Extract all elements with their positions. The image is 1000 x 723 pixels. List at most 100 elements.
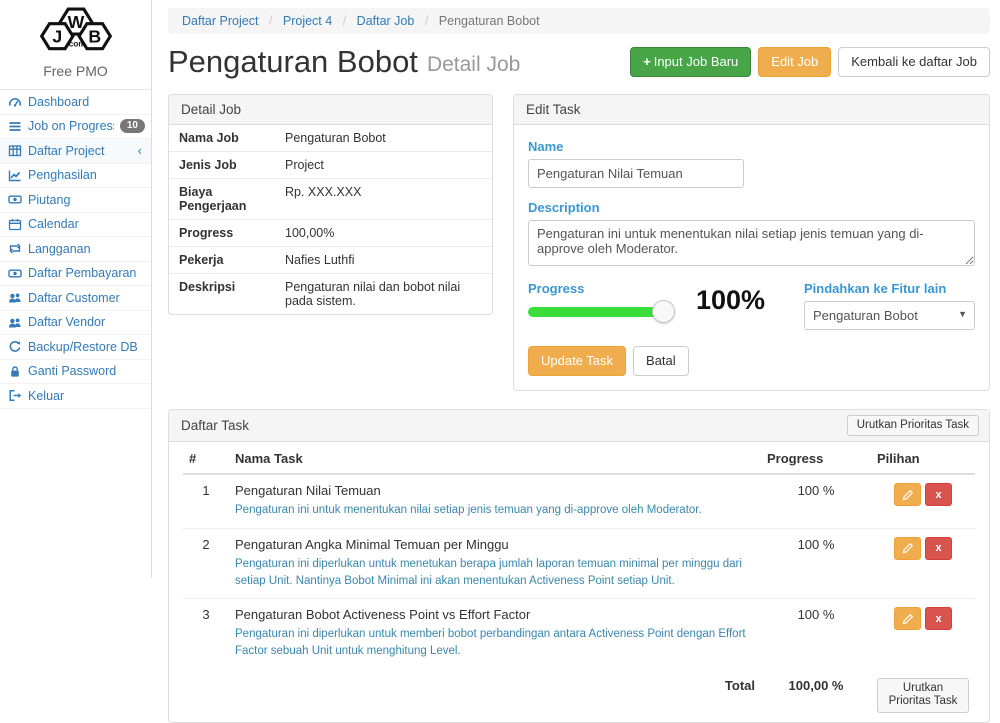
task-name: Pengaturan Nilai Temuan	[235, 483, 755, 498]
lock-icon	[8, 365, 22, 378]
sidebar-item-calendar[interactable]: Calendar	[0, 213, 151, 238]
sidebar-item-label: Dashboard	[28, 95, 145, 109]
edit-task-button[interactable]	[894, 537, 921, 560]
progress-value: 100%	[696, 285, 778, 316]
sidebar-item-ganti-password[interactable]: Ganti Password	[0, 360, 151, 385]
sidebar-item-daftar-vendor[interactable]: Daftar Vendor	[0, 311, 151, 336]
back-to-job-list-button[interactable]: Kembali ke daftar Job	[838, 47, 990, 77]
job-count-badge: 10	[120, 119, 145, 133]
header-buttons: +Input Job Baru Edit Job Kembali ke daft…	[630, 47, 990, 77]
cancel-button[interactable]: Batal	[633, 346, 689, 376]
svg-text:W: W	[67, 12, 84, 32]
detail-job-panel: Detail Job Nama Job Pengaturan Bobot Jen…	[168, 94, 493, 315]
sidebar-menu: Dashboard Job on Progress 10 Daftar Proj…	[0, 89, 151, 409]
x-icon: x	[935, 489, 941, 501]
edit-task-panel-title: Edit Task	[514, 95, 989, 125]
sidebar-item-daftar-project[interactable]: Daftar Project ‹	[0, 139, 151, 164]
task-name-input[interactable]	[528, 159, 744, 188]
breadcrumb-active: Pengaturan Bobot	[439, 14, 540, 28]
edit-task-form: Name Description Pengaturan ini untuk me…	[514, 125, 989, 390]
sidebar-item-backup-restore-db[interactable]: Backup/Restore DB	[0, 335, 151, 360]
sidebar-item-piutang[interactable]: Piutang	[0, 188, 151, 213]
sidebar-item-label: Daftar Customer	[28, 291, 145, 305]
sidebar-item-label: Ganti Password	[28, 364, 145, 378]
edit-job-button[interactable]: Edit Job	[758, 47, 831, 77]
total-label: Total	[183, 669, 761, 723]
detail-row-pekerja: Pekerja Nafies Luthfi	[169, 247, 492, 274]
sidebar-item-penghasilan[interactable]: Penghasilan	[0, 164, 151, 189]
task-row-1: 1 Pengaturan Nilai Temuan Pengaturan ini…	[183, 474, 975, 528]
sort-priority-button-bottom[interactable]: Urutkan Prioritas Task	[877, 678, 969, 714]
page-title: Pengaturan Bobot	[168, 44, 418, 80]
sidebar-item-langganan[interactable]: Langganan	[0, 237, 151, 262]
breadcrumb-link-daftar-job[interactable]: Daftar Job	[357, 14, 415, 28]
delete-task-button[interactable]: x	[925, 537, 952, 560]
task-num: 3	[183, 599, 229, 669]
breadcrumb-link-daftar-project[interactable]: Daftar Project	[182, 14, 258, 28]
money-icon	[8, 193, 22, 206]
progress-slider[interactable]	[528, 307, 666, 317]
users-icon	[8, 291, 22, 304]
sidebar-item-label: Penghasilan	[28, 168, 145, 182]
x-icon: x	[935, 542, 941, 554]
sidebar-item-label: Job on Progress	[28, 119, 114, 133]
task-list-heading: Daftar Task Urutkan Prioritas Task	[169, 410, 989, 443]
breadcrumb-separator: /	[425, 14, 428, 28]
sidebar: W J B .com Free PMO Dashboard Job on Pro…	[0, 0, 152, 578]
delete-task-button[interactable]: x	[925, 483, 952, 506]
task-progress: 100 %	[761, 474, 871, 528]
task-name: Pengaturan Angka Minimal Temuan per Ming…	[235, 537, 755, 552]
sidebar-item-dashboard[interactable]: Dashboard	[0, 90, 151, 115]
sidebar-item-daftar-pembayaran[interactable]: Daftar Pembayaran	[0, 262, 151, 287]
sidebar-item-keluar[interactable]: Keluar	[0, 384, 151, 409]
refresh-icon	[8, 340, 22, 353]
app-logo[interactable]: W J B .com	[0, 0, 151, 61]
sidebar-item-label: Daftar Vendor	[28, 315, 145, 329]
edit-task-panel: Edit Task Name Description Pengaturan in…	[513, 94, 990, 391]
task-table-wrap: # Nama Task Progress Pilihan 1 Pengatura…	[169, 442, 989, 722]
task-num: 2	[183, 528, 229, 599]
line-chart-icon	[8, 169, 22, 182]
detail-row-nama-job: Nama Job Pengaturan Bobot	[169, 125, 492, 152]
svg-text:B: B	[88, 26, 101, 46]
description-label: Description	[528, 200, 975, 215]
breadcrumb: Daftar Project / Project 4 / Daftar Job …	[168, 8, 990, 34]
pencil-icon	[902, 613, 914, 625]
page-header: Pengaturan Bobot Detail Job +Input Job B…	[168, 44, 990, 80]
plus-icon: +	[643, 54, 651, 69]
col-progress: Progress	[761, 444, 871, 474]
pencil-icon	[902, 489, 914, 501]
sidebar-item-label: Daftar Project	[28, 144, 132, 158]
page-subtitle: Detail Job	[427, 47, 520, 77]
money-icon	[8, 267, 22, 280]
retweet-icon	[8, 242, 22, 255]
edit-task-button[interactable]	[894, 607, 921, 630]
dashboard-icon	[8, 95, 22, 108]
table-icon	[8, 144, 22, 157]
col-name: Nama Task	[229, 444, 761, 474]
move-to-feature-select[interactable]: Pengaturan Bobot	[804, 301, 975, 330]
task-total-row: Total 100,00 % Urutkan Prioritas Task	[183, 669, 975, 723]
sidebar-item-job-on-progress[interactable]: Job on Progress 10	[0, 115, 151, 140]
panels-row: Detail Job Nama Job Pengaturan Bobot Jen…	[168, 94, 990, 391]
update-task-button[interactable]: Update Task	[528, 346, 626, 376]
delete-task-button[interactable]: x	[925, 607, 952, 630]
edit-task-button[interactable]	[894, 483, 921, 506]
users-icon	[8, 316, 22, 329]
task-description: Pengaturan ini untuk menentukan nilai se…	[235, 502, 755, 519]
sidebar-item-daftar-customer[interactable]: Daftar Customer	[0, 286, 151, 311]
svg-text:J: J	[52, 26, 62, 46]
sign-out-icon	[8, 389, 22, 402]
detail-job-panel-title: Detail Job	[169, 95, 492, 125]
calendar-icon	[8, 218, 22, 231]
task-table-header-row: # Nama Task Progress Pilihan	[183, 444, 975, 474]
progress-slider-handle[interactable]	[652, 300, 675, 323]
sidebar-item-label: Calendar	[28, 217, 145, 231]
task-table: # Nama Task Progress Pilihan 1 Pengatura…	[183, 444, 975, 722]
sidebar-item-label: Langganan	[28, 242, 145, 256]
sort-priority-button-top[interactable]: Urutkan Prioritas Task	[847, 415, 979, 437]
input-job-baru-button[interactable]: +Input Job Baru	[630, 47, 751, 77]
task-description-textarea[interactable]: Pengaturan ini untuk menentukan nilai se…	[528, 220, 975, 266]
breadcrumb-link-project-4[interactable]: Project 4	[283, 14, 332, 28]
task-row-2: 2 Pengaturan Angka Minimal Temuan per Mi…	[183, 528, 975, 599]
